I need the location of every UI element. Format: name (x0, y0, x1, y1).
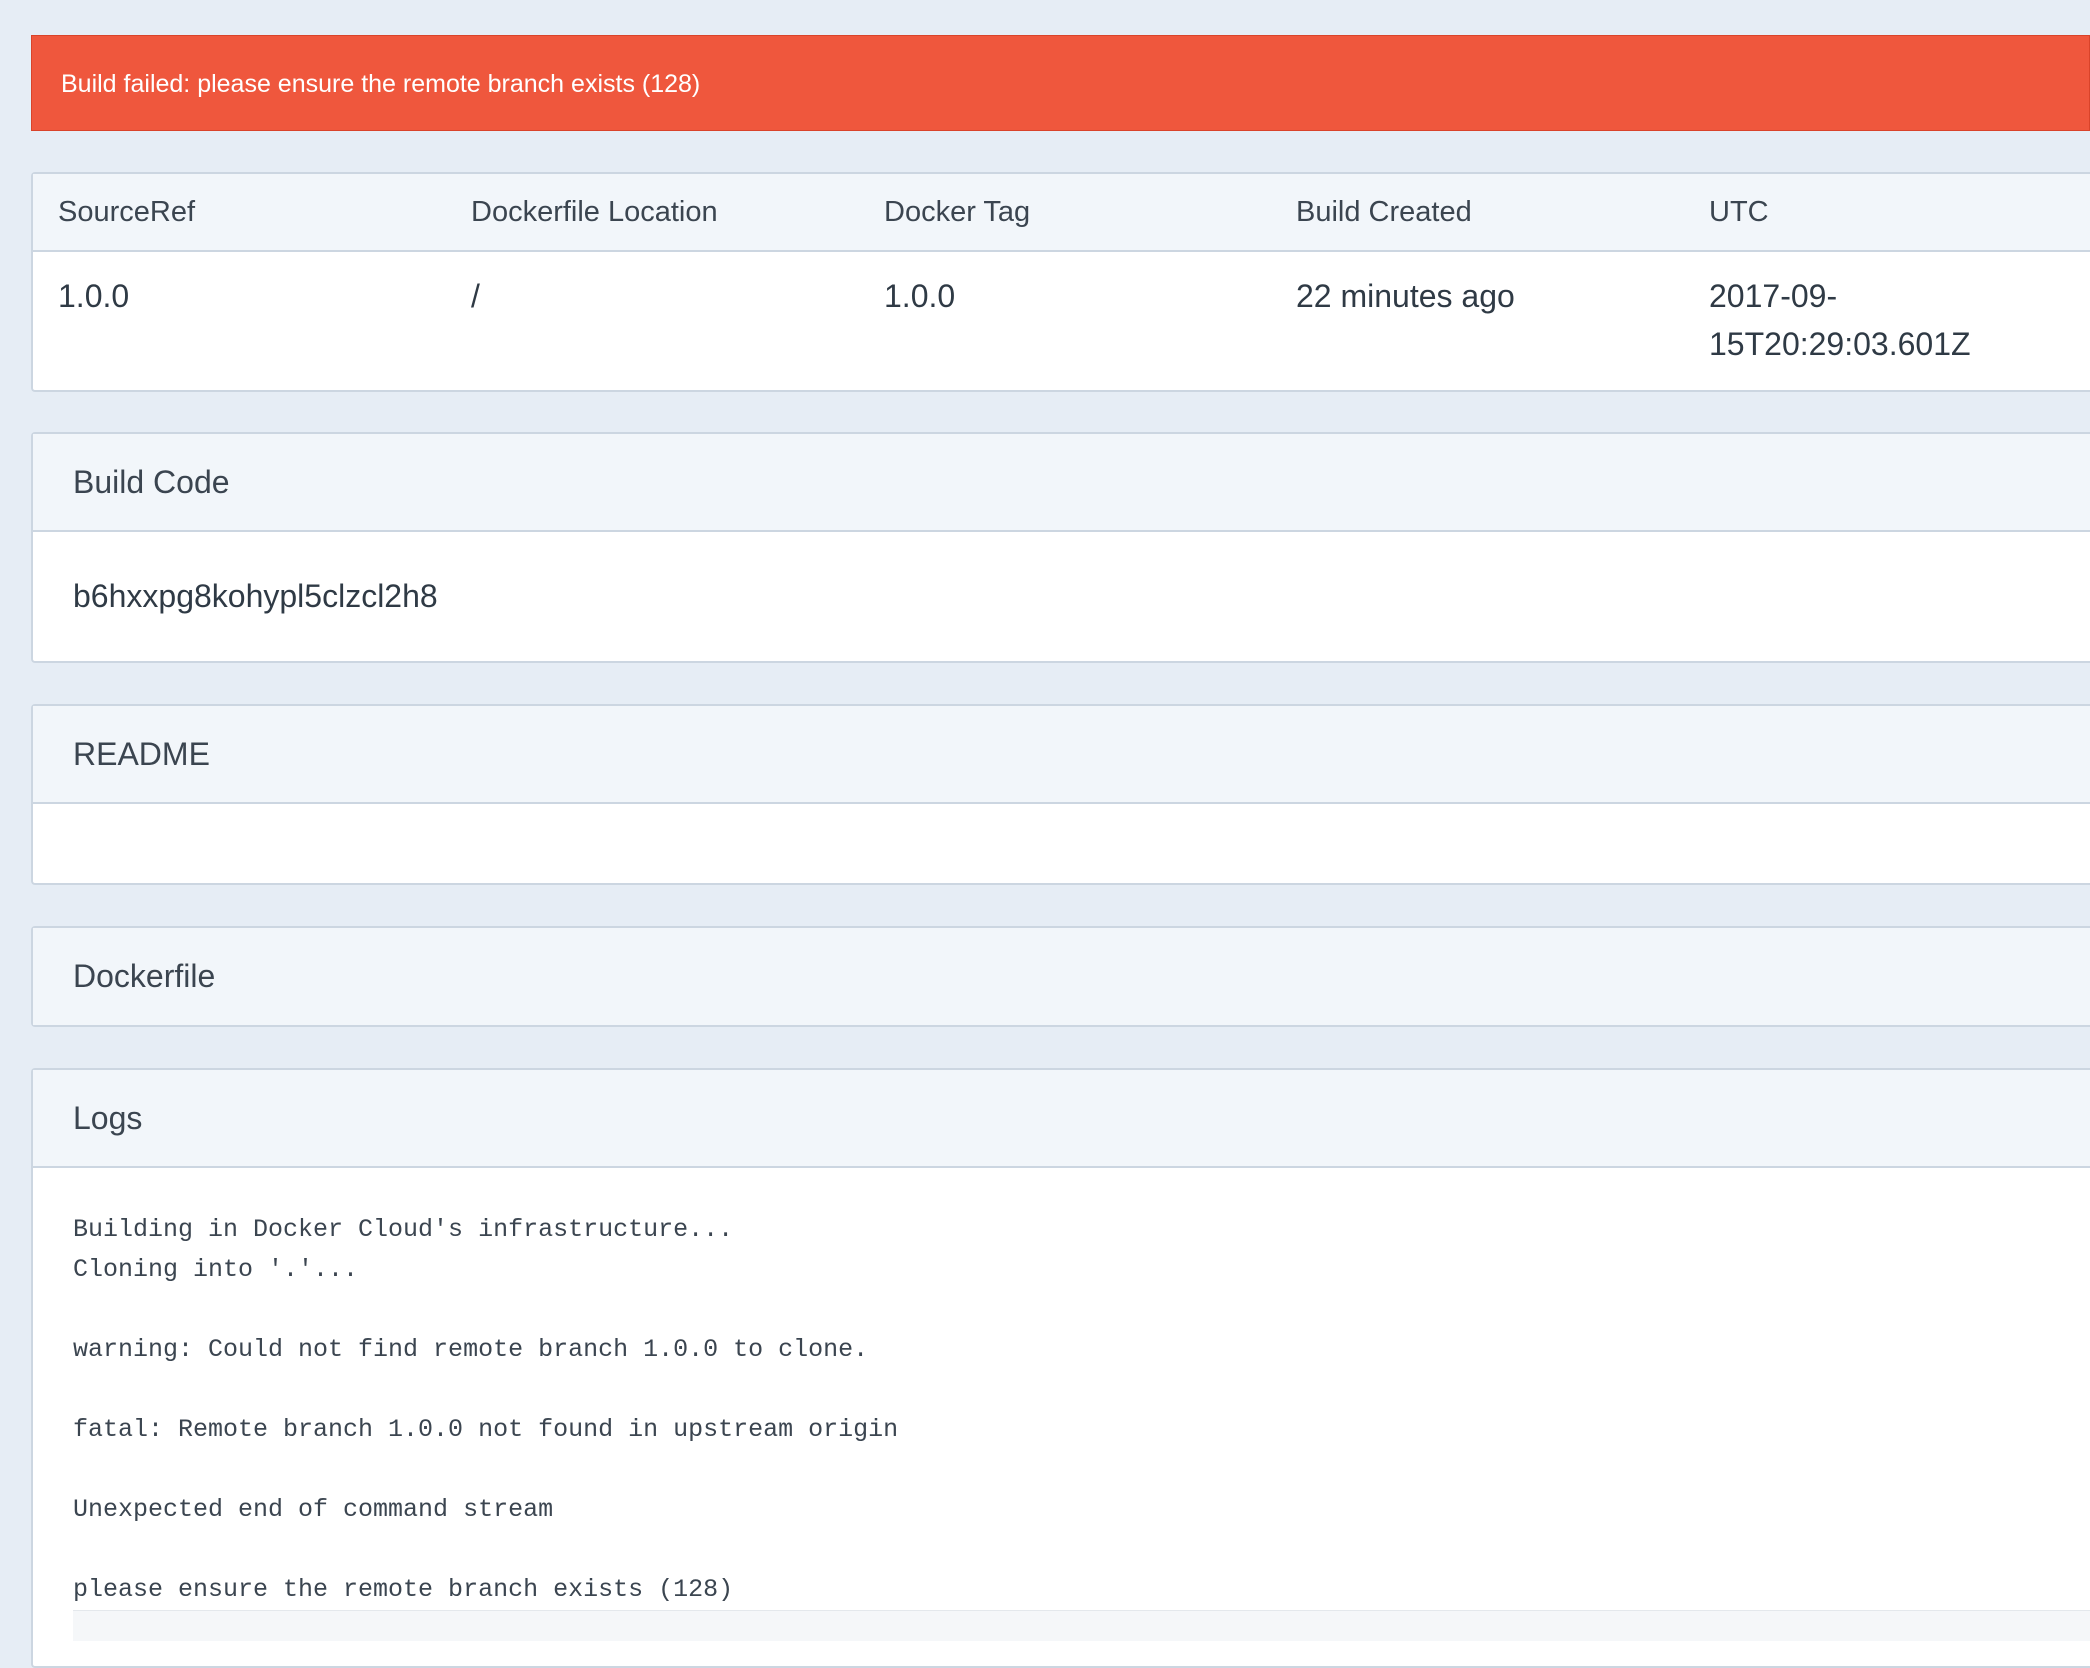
log-line: please ensure the remote branch exists (… (73, 1575, 734, 1604)
logs-title: Logs (33, 1070, 2090, 1168)
header-utc: UTC (1709, 196, 1769, 228)
logs-output: Building in Docker Cloud's infrastructur… (33, 1168, 2090, 1610)
header-build-created: Build Created (1296, 196, 1472, 228)
build-failed-alert: Build failed: please ensure the remote b… (31, 35, 2090, 131)
build-code-title: Build Code (33, 434, 2090, 532)
log-line: Cloning into '.'... (73, 1255, 359, 1284)
logs-horizontal-scrollbar[interactable] (73, 1610, 2090, 1641)
logs-panel: Logs Building in Docker Cloud's infrastr… (31, 1068, 2090, 1668)
build-info-table: SourceRef Dockerfile Location Docker Tag… (31, 172, 2090, 392)
alert-message: Build failed: please ensure the remote b… (61, 70, 701, 98)
value-dockerfile-location: / (471, 278, 480, 314)
header-dockerfile-location: Dockerfile Location (471, 196, 718, 228)
build-code-panel: Build Code b6hxxpg8kohypl5clzcl2h8 (31, 432, 2090, 663)
build-info-header-row: SourceRef Dockerfile Location Docker Tag… (33, 174, 2090, 252)
log-line: fatal: Remote branch 1.0.0 not found in … (73, 1415, 899, 1444)
header-sourceref: SourceRef (58, 196, 196, 228)
build-code-value: b6hxxpg8kohypl5clzcl2h8 (73, 578, 438, 614)
log-line: Unexpected end of command stream (73, 1495, 554, 1524)
readme-panel: README (31, 704, 2090, 885)
log-line: Building in Docker Cloud's infrastructur… (73, 1215, 734, 1244)
value-build-created: 22 minutes ago (1296, 278, 1515, 314)
build-info-value-row: 1.0.0 / 1.0.0 22 minutes ago 2017-09- 15… (33, 252, 2090, 390)
value-utc-line1: 2017-09- (1709, 278, 1838, 314)
value-docker-tag: 1.0.0 (884, 278, 956, 314)
readme-title: README (33, 706, 2090, 804)
log-line: warning: Could not find remote branch 1.… (73, 1335, 869, 1364)
value-utc-line2: 15T20:29:03.601Z (1709, 326, 1971, 362)
dockerfile-panel: Dockerfile (31, 926, 2090, 1027)
header-docker-tag: Docker Tag (884, 196, 1031, 228)
value-utc: 2017-09- 15T20:29:03.601Z (1709, 272, 2039, 368)
value-sourceref: 1.0.0 (58, 278, 130, 314)
dockerfile-title: Dockerfile (33, 928, 2090, 1025)
